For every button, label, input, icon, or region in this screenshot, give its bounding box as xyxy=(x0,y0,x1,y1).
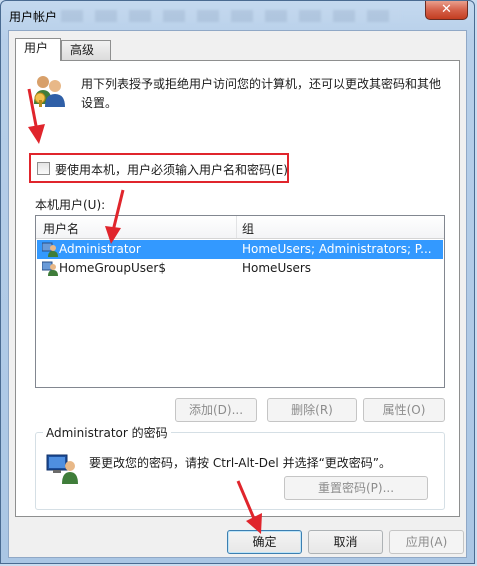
add-user-button[interactable]: 添加(D)... xyxy=(175,398,257,422)
cancel-button[interactable]: 取消 xyxy=(308,530,383,554)
reset-password-button[interactable]: 重置密码(P)... xyxy=(284,476,428,500)
apply-button[interactable]: 应用(A) xyxy=(389,530,464,554)
require-login-label[interactable]: 要使用本机，用户必须输入用户名和密码(E) xyxy=(55,161,288,178)
user-icon xyxy=(42,242,58,257)
row-username: HomeGroupUser$ xyxy=(59,261,166,275)
password-group-title: Administrator 的密码 xyxy=(43,424,171,441)
password-groupbox: Administrator 的密码 要更改您的密码，请按 Ctrl-Alt-De… xyxy=(35,424,445,510)
table-row[interactable]: HomeGroupUser$ HomeUsers xyxy=(37,259,443,278)
title-bar[interactable]: 用户帐户 ✕ xyxy=(1,1,474,31)
local-users-label: 本机用户(U): xyxy=(35,198,106,212)
user-accounts-window: 用户帐户 ✕ 用户 高级 用下列表授予或拒绝用户访问您的计算机，还可以更改其密码… xyxy=(0,0,475,564)
password-instructions: 要更改您的密码，请按 Ctrl-Alt-Del 并选择“更改密码”。 xyxy=(89,456,392,470)
user-icon xyxy=(42,261,58,276)
row-group: HomeUsers; Administrators; P... xyxy=(242,242,432,256)
column-header-username[interactable]: 用户名 xyxy=(43,220,79,237)
local-users-list[interactable]: 用户名 组 Administrator HomeUsers; Administr… xyxy=(35,215,445,388)
remove-user-button[interactable]: 删除(R) xyxy=(267,398,357,422)
users-group-icon xyxy=(34,76,65,107)
blurred-title-region xyxy=(61,10,401,22)
table-row[interactable]: Administrator HomeUsers; Administrators;… xyxy=(37,240,443,259)
annotation-highlight-box: 要使用本机，用户必须输入用户名和密码(E) xyxy=(29,153,289,183)
intro-text: 用下列表授予或拒绝用户访问您的计算机，还可以更改其密码和其他设置。 xyxy=(81,77,442,110)
require-login-checkbox[interactable] xyxy=(37,162,50,175)
list-header: 用户名 组 xyxy=(36,216,444,239)
row-username: Administrator xyxy=(59,242,141,256)
window-title: 用户帐户 xyxy=(9,10,58,24)
column-header-group[interactable]: 组 xyxy=(242,220,254,237)
users-tab-panel: 用下列表授予或拒绝用户访问您的计算机，还可以更改其密码和其他设置。 要使用本机，… xyxy=(15,60,460,517)
tab-users-label: 用户 xyxy=(24,41,49,55)
close-icon: ✕ xyxy=(441,2,452,17)
properties-button[interactable]: 属性(O) xyxy=(363,398,445,422)
computer-user-icon xyxy=(46,454,78,484)
close-button[interactable]: ✕ xyxy=(425,1,468,20)
column-divider[interactable] xyxy=(236,216,237,238)
dialog-client: 用户 高级 用下列表授予或拒绝用户访问您的计算机，还可以更改其密码和其他设置。 … xyxy=(8,30,467,558)
tab-advanced[interactable]: 高级 xyxy=(61,40,111,60)
tab-advanced-label: 高级 xyxy=(70,43,95,57)
tab-users[interactable]: 用户 xyxy=(15,38,61,61)
ok-button[interactable]: 确定 xyxy=(227,530,302,554)
row-group: HomeUsers xyxy=(242,261,312,275)
